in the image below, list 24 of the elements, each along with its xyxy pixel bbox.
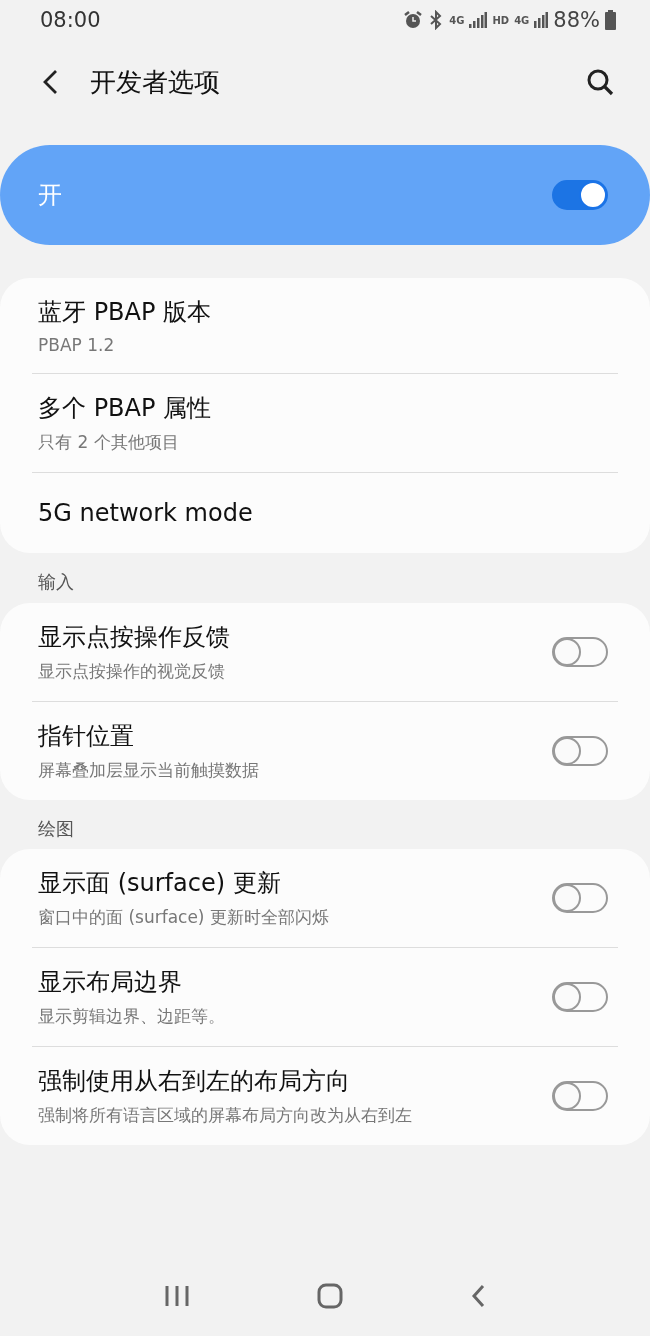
setting-title[interactable]: 蓝牙 PBAP 版本	[38, 296, 212, 328]
section-heading: 绘图	[37, 816, 75, 841]
section-heading: 输入	[37, 570, 75, 594]
setting-title[interactable]: 指针位置	[38, 719, 259, 752]
setting-title[interactable]: 5G network mode	[38, 499, 253, 527]
master-switch-label: 开	[38, 180, 62, 211]
setting-summary: 只有 2 个其他项目	[38, 431, 180, 454]
network-label: 4G	[449, 14, 465, 26]
network-label: 4G	[514, 14, 530, 26]
setting-summary: 强制将所有语言区域的屏幕布局方向改为从右到左	[38, 1104, 412, 1128]
setting-title[interactable]: 显示面 (surface) 更新	[38, 867, 329, 900]
setting-summary: 窗口中的面 (surface) 更新时全部闪烁	[38, 906, 329, 930]
setting-title[interactable]: 强制使用从右到左的布局方向	[38, 1065, 412, 1098]
setting-summary: 显示剪辑边界、边距等。	[38, 1005, 225, 1029]
setting-summary: 屏幕叠加层显示当前触摸数据	[38, 758, 259, 782]
battery-percent: 88%	[553, 8, 600, 32]
setting-summary: PBAP 1.2	[38, 335, 116, 355]
setting-title[interactable]: 显示点按操作反馈	[38, 620, 230, 653]
status-time: 08:00	[40, 8, 101, 32]
setting-title[interactable]: 多个 PBAP 属性	[38, 392, 212, 424]
setting-title[interactable]: 显示布局边界	[38, 966, 225, 999]
setting-summary: 显示点按操作的视觉反馈	[38, 659, 226, 683]
page-title: 开发者选项	[90, 65, 221, 99]
network-label: HD	[492, 14, 510, 26]
